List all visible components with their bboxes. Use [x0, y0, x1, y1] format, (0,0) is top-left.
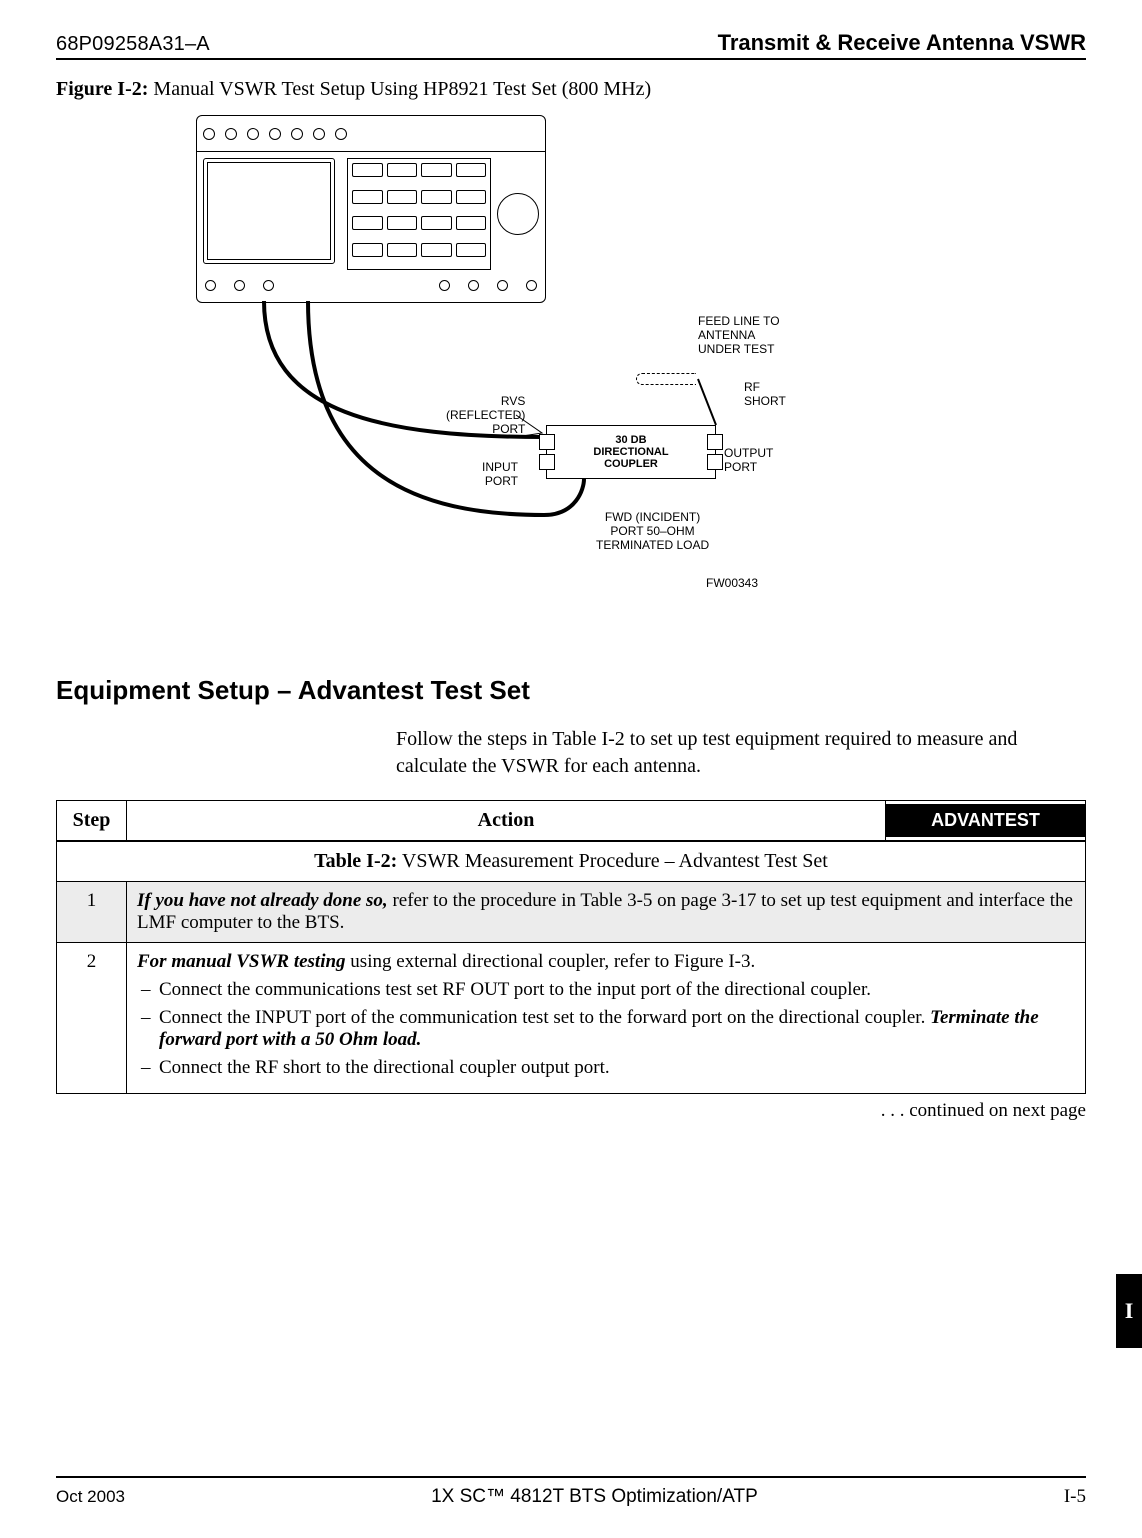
coupler-port-icon: [539, 434, 555, 450]
section-body: Follow the steps in Table I-2 to set up …: [396, 726, 1076, 780]
col-badge: ADVANTEST: [886, 801, 1086, 842]
coupler-label: 30 DB DIRECTIONAL COUPLER: [593, 434, 668, 470]
figure-caption: Figure I-2: Manual VSWR Test Setup Using…: [56, 78, 1086, 101]
side-tab: I: [1116, 1274, 1142, 1348]
list-item: Connect the RF short to the directional …: [137, 1057, 1075, 1079]
figure-caption-label: Figure I-2:: [56, 78, 148, 100]
coupler-port-icon: [539, 454, 555, 470]
antenna-feed-connector: [636, 373, 696, 385]
footer-rule: [56, 1476, 1086, 1478]
footer-page-number: I-5: [1064, 1486, 1086, 1508]
badge-advantest: ADVANTEST: [886, 804, 1085, 837]
figure-diagram: 30 DB DIRECTIONAL COUPLER FEED LINE TO A…: [56, 115, 1086, 645]
label-input-port: INPUT PORT: [482, 461, 518, 489]
table-header-row: Step Action ADVANTEST: [57, 801, 1086, 842]
coupler-port-icon: [707, 434, 723, 450]
list-item: Connect the INPUT port of the communicat…: [137, 1007, 1075, 1051]
step-bullets: Connect the communications test set RF O…: [137, 979, 1075, 1079]
list-item: Connect the communications test set RF O…: [137, 979, 1075, 1001]
step-lead: For manual VSWR testing: [137, 951, 346, 972]
section-heading: Equipment Setup – Advantest Test Set: [56, 675, 1086, 706]
label-output-port: OUTPUT PORT: [724, 447, 773, 475]
label-rvs-port: RVS (REFLECTED) PORT: [446, 395, 525, 436]
directional-coupler: 30 DB DIRECTIONAL COUPLER: [546, 425, 716, 479]
table-title-row: Table I-2: VSWR Measurement Procedure – …: [57, 841, 1086, 882]
figure-caption-text: Manual VSWR Test Setup Using HP8921 Test…: [148, 78, 651, 100]
procedure-table: Table I-2: VSWR Measurement Procedure – …: [56, 800, 1086, 1094]
step-rest: using external directional coupler, refe…: [346, 951, 756, 972]
table-row: 2 For manual VSWR testing using external…: [57, 943, 1086, 1094]
page: 68P09258A31–A Transmit & Receive Antenna…: [0, 0, 1142, 1538]
step-action: If you have not already done so, refer t…: [127, 882, 1086, 943]
label-rf-short: RF SHORT: [744, 381, 786, 409]
label-fwd-port: FWD (INCIDENT) PORT 50–OHM TERMINATED LO…: [596, 511, 709, 552]
page-footer: Oct 2003 1X SC™ 4812T BTS Optimization/A…: [56, 1486, 1086, 1508]
col-action: Action: [127, 801, 886, 842]
col-step: Step: [57, 801, 127, 842]
footer-doc-title: 1X SC™ 4812T BTS Optimization/ATP: [431, 1486, 758, 1508]
bullet-pre: Connect the INPUT port of the communicat…: [159, 1007, 930, 1028]
table-title-text: VSWR Measurement Procedure – Advantest T…: [397, 850, 828, 872]
coupler-port-icon: [707, 454, 723, 470]
page-title: Transmit & Receive Antenna VSWR: [718, 30, 1086, 56]
step-number: 1: [57, 882, 127, 943]
table-title-label: Table I-2:: [314, 850, 397, 872]
label-fw-number: FW00343: [706, 577, 758, 591]
label-feed-line: FEED LINE TO ANTENNA UNDER TEST: [698, 315, 780, 356]
footer-date: Oct 2003: [56, 1487, 125, 1507]
step-number: 2: [57, 943, 127, 1094]
step-action: For manual VSWR testing using external d…: [127, 943, 1086, 1094]
continued-note: . . . continued on next page: [56, 1100, 1086, 1122]
step-lead: If you have not already done so,: [137, 890, 388, 911]
table-row: 1 If you have not already done so, refer…: [57, 882, 1086, 943]
doc-id: 68P09258A31–A: [56, 33, 210, 56]
page-header: 68P09258A31–A Transmit & Receive Antenna…: [56, 30, 1086, 60]
